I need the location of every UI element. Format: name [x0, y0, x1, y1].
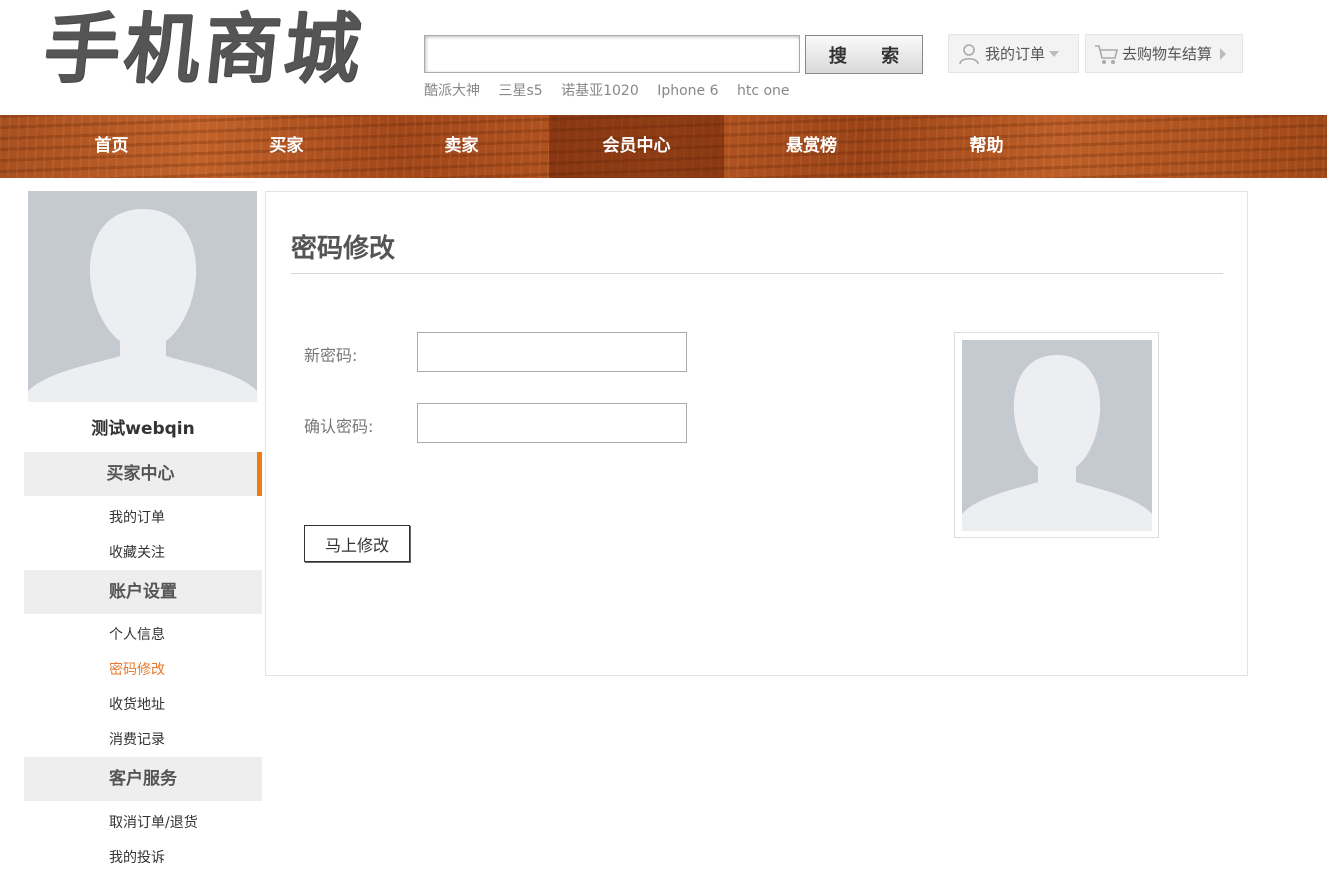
- avatar-preview: [962, 340, 1152, 531]
- sidebar-link-favorites[interactable]: 收藏关注: [109, 542, 165, 562]
- section-customer-service[interactable]: 客户服务: [24, 757, 262, 801]
- new-password-field[interactable]: [417, 332, 687, 372]
- sidebar-link-cancel-return[interactable]: 取消订单/退货: [109, 812, 198, 832]
- nav-seller[interactable]: 卖家: [374, 115, 549, 178]
- hot-word-link[interactable]: 三星s5: [498, 83, 542, 99]
- avatar-placeholder-icon: [962, 340, 1152, 531]
- nav-home[interactable]: 首页: [24, 115, 199, 178]
- section-buyer-center[interactable]: 买家中心: [24, 452, 262, 496]
- cart-icon: [1094, 42, 1119, 66]
- user-avatar[interactable]: [28, 191, 257, 402]
- hot-word-link[interactable]: htc one: [737, 83, 790, 99]
- nav-bounty[interactable]: 悬赏榜: [724, 115, 899, 178]
- hot-word-link[interactable]: 酷派大神: [424, 83, 480, 99]
- username: 测试webqin: [91, 419, 195, 439]
- nav-buyer[interactable]: 买家: [199, 115, 374, 178]
- avatar-placeholder-icon: [28, 191, 257, 402]
- nav-help[interactable]: 帮助: [899, 115, 1074, 178]
- section-account-settings[interactable]: 账户设置: [24, 570, 262, 614]
- nav-member-center[interactable]: 会员中心: [549, 115, 724, 178]
- sidebar-link-spending[interactable]: 消费记录: [109, 729, 165, 749]
- title-divider: [291, 273, 1223, 274]
- search-button[interactable]: 搜 索: [805, 35, 923, 74]
- search-input[interactable]: [424, 35, 800, 73]
- sidebar-link-addresses[interactable]: 收货地址: [109, 694, 165, 714]
- my-orders-button[interactable]: 我的订单: [948, 34, 1079, 73]
- sidebar-link-profile[interactable]: 个人信息: [109, 624, 165, 644]
- chevron-right-icon: [1220, 47, 1227, 60]
- main-nav: 首页 买家 卖家 会员中心 悬赏榜 帮助: [0, 115, 1327, 178]
- new-password-label: 新密码:: [304, 346, 358, 365]
- hot-word-link[interactable]: 诺基亚1020: [561, 83, 639, 99]
- site-logo[interactable]: 手机商城: [39, 4, 368, 94]
- submit-change-button[interactable]: 马上修改: [304, 525, 410, 562]
- page-title: 密码修改: [291, 234, 396, 264]
- sidebar-link-change-password[interactable]: 密码修改: [109, 659, 165, 679]
- checkout-cart-button[interactable]: 去购物车结算: [1085, 34, 1243, 73]
- user-icon: [957, 42, 981, 66]
- confirm-password-label: 确认密码:: [304, 417, 374, 436]
- sidebar-link-my-orders[interactable]: 我的订单: [109, 507, 165, 527]
- confirm-password-field[interactable]: [417, 403, 687, 443]
- chevron-down-icon: [1049, 50, 1060, 57]
- cart-label: 去购物车结算: [1122, 45, 1213, 63]
- sidebar-link-complaints[interactable]: 我的投诉: [109, 847, 165, 867]
- hot-word-link[interactable]: Iphone 6: [657, 83, 718, 99]
- my-orders-label: 我的订单: [985, 45, 1046, 63]
- hot-search-words: 酷派大神 三星s5 诺基亚1020 Iphone 6 htc one: [424, 80, 804, 100]
